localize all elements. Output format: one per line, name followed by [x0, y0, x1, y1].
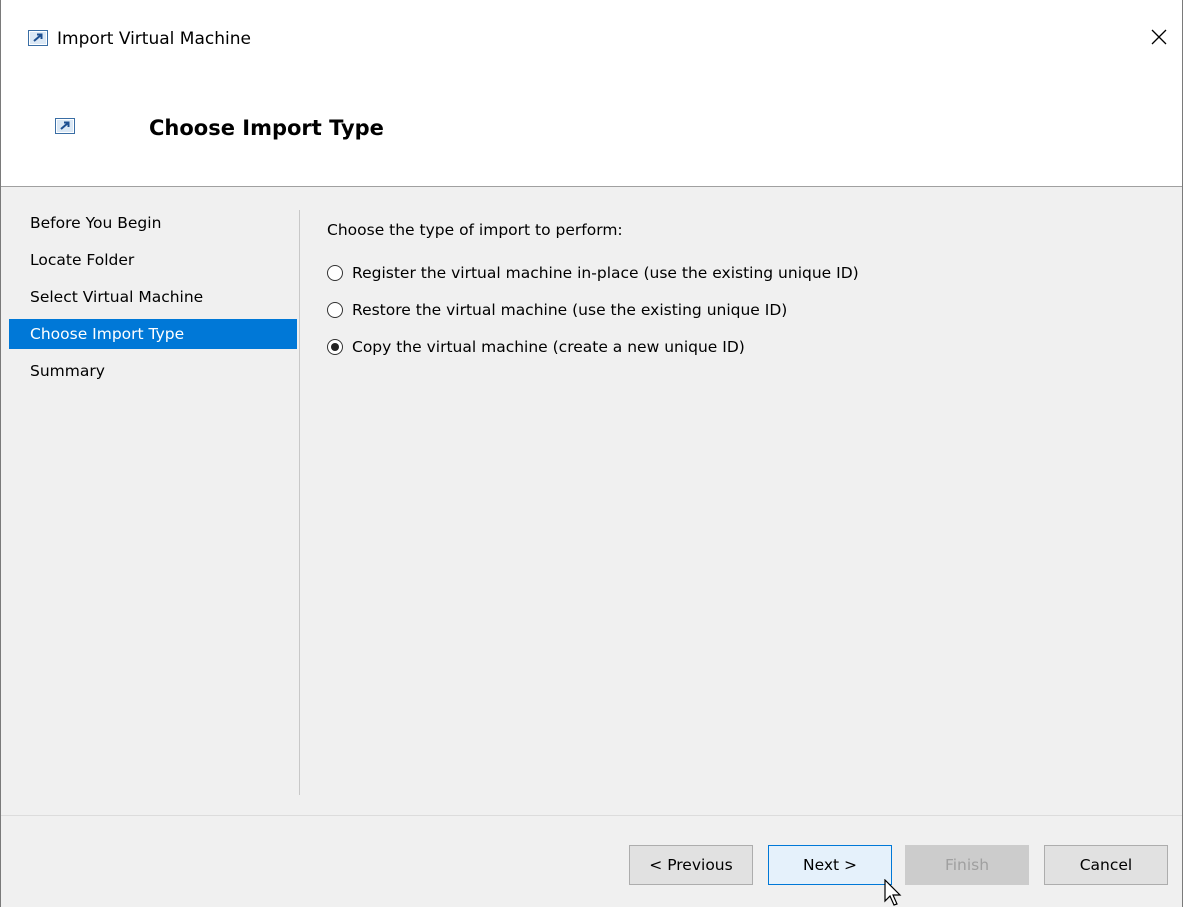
- option-label: Register the virtual machine in-place (u…: [352, 264, 859, 282]
- nav-step-before-you-begin[interactable]: Before You Begin: [9, 208, 297, 238]
- option-restore[interactable]: Restore the virtual machine (use the exi…: [327, 295, 1167, 325]
- import-type-panel: Choose the type of import to perform: Re…: [327, 216, 1167, 369]
- nav-step-summary[interactable]: Summary: [9, 356, 297, 386]
- vm-import-icon: [55, 118, 75, 134]
- nav-divider: [299, 210, 300, 795]
- finish-button: Finish: [905, 845, 1029, 885]
- close-icon: [1151, 29, 1167, 49]
- page-header: Choose Import Type: [1, 80, 1182, 187]
- next-button[interactable]: Next >: [768, 845, 892, 885]
- radio-button-selected[interactable]: [327, 339, 343, 355]
- radio-dot: [331, 343, 339, 351]
- nav-step-locate-folder[interactable]: Locate Folder: [9, 245, 297, 275]
- import-type-radio-group: Register the virtual machine in-place (u…: [327, 258, 1167, 362]
- cancel-button[interactable]: Cancel: [1044, 845, 1168, 885]
- option-register-in-place[interactable]: Register the virtual machine in-place (u…: [327, 258, 1167, 288]
- wizard-steps-nav: Before You Begin Locate Folder Select Vi…: [9, 208, 297, 393]
- close-button[interactable]: [1136, 16, 1182, 62]
- option-copy[interactable]: Copy the virtual machine (create a new u…: [327, 332, 1167, 362]
- footer-divider: [1, 815, 1182, 816]
- title-bar: Import Virtual Machine: [1, 0, 1182, 80]
- nav-step-select-virtual-machine[interactable]: Select Virtual Machine: [9, 282, 297, 312]
- radio-button-unselected[interactable]: [327, 302, 343, 318]
- option-label: Copy the virtual machine (create a new u…: [352, 338, 745, 356]
- import-type-prompt: Choose the type of import to perform:: [327, 221, 623, 239]
- option-label: Restore the virtual machine (use the exi…: [352, 301, 788, 319]
- nav-step-choose-import-type[interactable]: Choose Import Type: [9, 319, 297, 349]
- radio-button-unselected[interactable]: [327, 265, 343, 281]
- import-virtual-machine-dialog: Import Virtual Machine Choose Import Typ…: [0, 0, 1183, 907]
- window-title: Import Virtual Machine: [57, 29, 251, 49]
- vm-import-icon: [28, 30, 48, 46]
- page-title: Choose Import Type: [149, 116, 384, 140]
- previous-button[interactable]: < Previous: [629, 845, 753, 885]
